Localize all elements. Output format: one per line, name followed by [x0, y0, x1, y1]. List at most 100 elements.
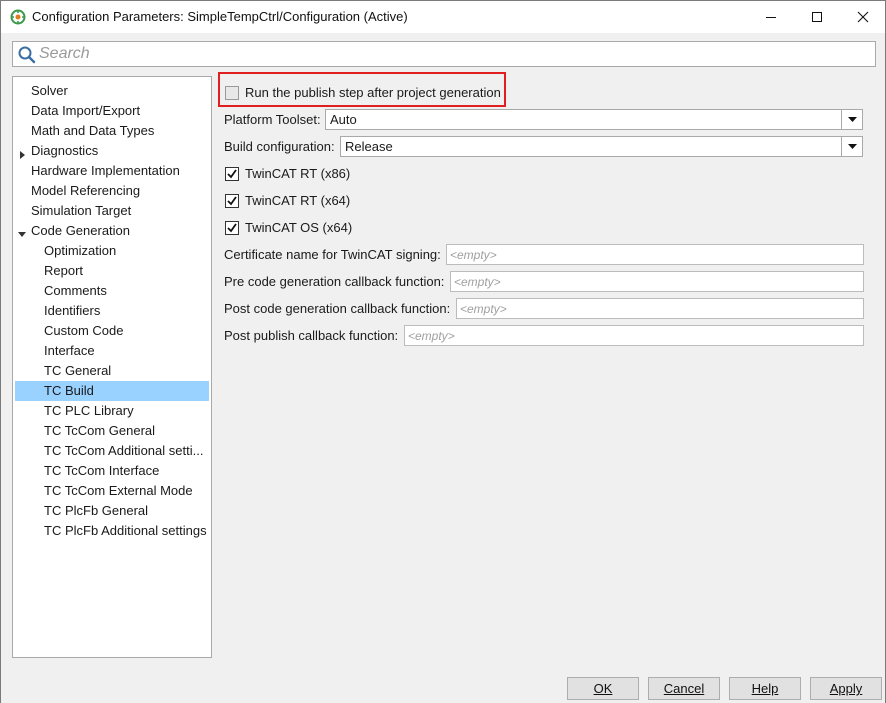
post-codegen-callback-field[interactable]: [456, 298, 864, 319]
certificate-name-input[interactable]: [450, 247, 860, 263]
minimize-button[interactable]: [748, 1, 794, 33]
tree-item[interactable]: TC PlcFb General: [15, 501, 209, 521]
tree-item[interactable]: Code Generation: [15, 221, 209, 241]
checkmark-icon: [227, 196, 237, 206]
tree-item-label: TC Build: [44, 383, 94, 398]
tree-item-label: Model Referencing: [31, 183, 141, 198]
tree-item[interactable]: Model Referencing: [15, 181, 209, 201]
ok-button[interactable]: OK: [567, 677, 639, 700]
post-publish-callback-label: Post publish callback function:: [224, 328, 399, 343]
platform-toolset-dropdown[interactable]: [841, 110, 862, 129]
tree-item[interactable]: Optimization: [15, 241, 209, 261]
tree-item-label: TC PlcFb General: [44, 503, 149, 518]
ok-button-label: OK: [593, 681, 613, 696]
simulink-app-icon: [10, 9, 26, 25]
platform-toolset-label: Platform Toolset:: [224, 112, 321, 127]
post-codegen-callback-label: Post code generation callback function:: [224, 301, 451, 316]
build-configuration-label: Build configuration:: [224, 139, 335, 154]
tree-item[interactable]: TC PLC Library: [15, 401, 209, 421]
tree-item-label: TC TcCom External Mode: [44, 483, 193, 498]
tree-item[interactable]: TC PlcFb Additional settings: [15, 521, 209, 541]
tree-item-label: Data Import/Export: [31, 103, 141, 118]
search-box[interactable]: [12, 41, 876, 67]
tree-item-label: TC TcCom Interface: [44, 463, 160, 478]
build-configuration-select[interactable]: Release: [340, 136, 863, 157]
certificate-name-label: Certificate name for TwinCAT signing:: [224, 247, 441, 262]
tree-item[interactable]: Report: [15, 261, 209, 281]
tree-item[interactable]: Solver: [15, 81, 209, 101]
checkmark-icon: [227, 169, 237, 179]
tree-item[interactable]: TC TcCom General: [15, 421, 209, 441]
apply-button-label: Apply: [829, 681, 863, 696]
cancel-button[interactable]: Cancel: [648, 677, 720, 700]
close-button[interactable]: [840, 1, 886, 33]
tree-item-label: Diagnostics: [31, 143, 99, 158]
minimize-icon: [766, 17, 776, 18]
tree-item[interactable]: TC TcCom Additional setti...: [15, 441, 209, 461]
tree-item-label: TC PlcFb Additional settings: [44, 523, 207, 538]
platform-toolset-value: Auto: [330, 112, 357, 127]
tree-item[interactable]: Custom Code: [15, 321, 209, 341]
twincat-os-x64-label: TwinCAT OS (x64): [245, 220, 353, 235]
platform-toolset-select[interactable]: Auto: [325, 109, 863, 130]
tree-item-label: TC TcCom General: [44, 423, 156, 438]
tree-item[interactable]: Interface: [15, 341, 209, 361]
tree-item[interactable]: Data Import/Export: [15, 101, 209, 121]
expand-arrow-right-icon[interactable]: [18, 146, 27, 159]
post-codegen-callback-input[interactable]: [460, 301, 860, 317]
close-icon: [857, 11, 869, 23]
chevron-down-icon: [847, 143, 857, 149]
tree-item[interactable]: TC Build: [15, 381, 209, 401]
tree-item-label: Math and Data Types: [31, 123, 155, 138]
tree-item-label: Report: [44, 263, 84, 278]
tree-item-label: Comments: [44, 283, 107, 298]
search-input[interactable]: [39, 44, 869, 64]
tree-item-label: TC PLC Library: [44, 403, 134, 418]
pre-codegen-callback-field[interactable]: [450, 271, 864, 292]
build-configuration-value: Release: [345, 139, 393, 154]
category-tree[interactable]: Solver Data Import/Export Math and Data Ty…: [12, 76, 212, 658]
post-publish-callback-field[interactable]: [404, 325, 864, 346]
title-bar[interactable]: Configuration Parameters: SimpleTempCtrl…: [1, 1, 885, 33]
tree-item[interactable]: TC TcCom Interface: [15, 461, 209, 481]
tree-item[interactable]: Math and Data Types: [15, 121, 209, 141]
apply-button[interactable]: Apply: [810, 677, 882, 700]
checkmark-icon: [227, 223, 237, 233]
tree-item[interactable]: Simulation Target: [15, 201, 209, 221]
cancel-button-label: Cancel: [663, 681, 705, 696]
help-button[interactable]: Help: [729, 677, 801, 700]
chevron-down-icon: [847, 116, 857, 122]
tree-item[interactable]: Comments: [15, 281, 209, 301]
tree-item-label: Hardware Implementation: [31, 163, 180, 178]
pre-codegen-callback-input[interactable]: [454, 274, 860, 290]
tree-item[interactable]: Identifiers: [15, 301, 209, 321]
search-icon: [17, 45, 37, 65]
twincat-rt-x64-checkbox[interactable]: [225, 194, 239, 208]
tree-item[interactable]: TC TcCom External Mode: [15, 481, 209, 501]
twincat-rt-x86-checkbox[interactable]: [225, 167, 239, 181]
tree-item[interactable]: TC General: [15, 361, 209, 381]
window-title: Configuration Parameters: SimpleTempCtrl…: [32, 9, 408, 24]
maximize-icon: [812, 12, 822, 22]
build-configuration-dropdown[interactable]: [841, 137, 862, 156]
certificate-name-field[interactable]: [446, 244, 864, 265]
tree-item[interactable]: Hardware Implementation: [15, 161, 209, 181]
tree-item-label: Custom Code: [44, 323, 124, 338]
maximize-button[interactable]: [794, 1, 840, 33]
tree-item[interactable]: Diagnostics: [15, 141, 209, 161]
help-button-label: Help: [751, 681, 779, 696]
publish-step-checkbox[interactable]: [225, 86, 239, 100]
tree-item-label: TC TcCom Additional setti...: [44, 443, 204, 458]
twincat-rt-x86-label: TwinCAT RT (x86): [245, 166, 351, 181]
twincat-rt-x64-label: TwinCAT RT (x64): [245, 193, 351, 208]
tree-item-label: Identifiers: [44, 303, 101, 318]
tree-item-label: Optimization: [44, 243, 117, 258]
tree-item-label: Code Generation: [31, 223, 131, 238]
expand-arrow-down-icon[interactable]: [18, 226, 27, 237]
tree-item-label: Interface: [44, 343, 95, 358]
pre-codegen-callback-label: Pre code generation callback function:: [224, 274, 445, 289]
twincat-os-x64-checkbox[interactable]: [225, 221, 239, 235]
publish-step-label: Run the publish step after project gener…: [245, 85, 501, 100]
post-publish-callback-input[interactable]: [408, 328, 860, 344]
tree-item-label: TC General: [44, 363, 112, 378]
